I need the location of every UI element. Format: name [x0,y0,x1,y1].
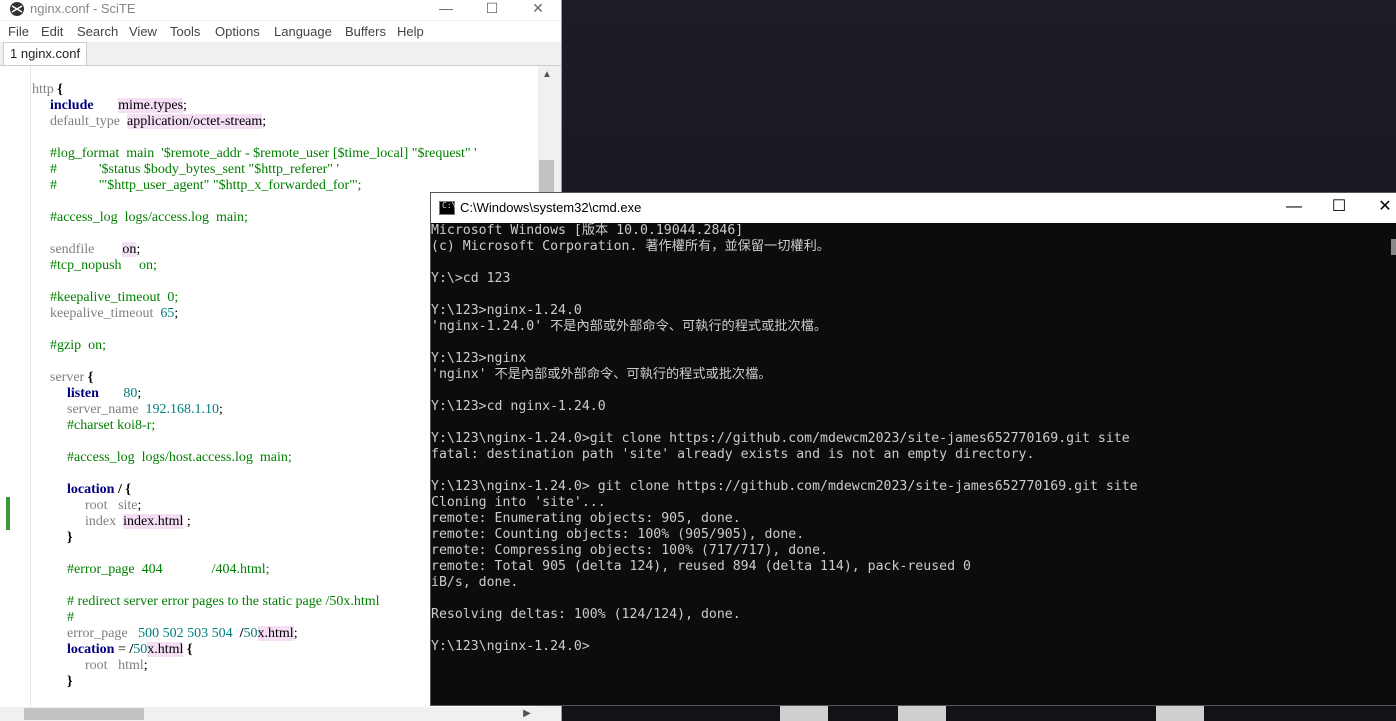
code-line: keepalive_timeout 65; [50,306,179,321]
console-line: Cloning into 'site'... [431,495,606,510]
console-line: Y:\123\nginx-1.24.0>git clone https://gi… [431,431,1130,446]
horizontal-scroll-thumb[interactable] [24,708,144,720]
code-line: # [67,610,74,625]
code-line: root site; [85,498,142,513]
code-line: } [67,530,73,545]
menu-buffers[interactable]: Buffers [345,24,386,39]
code-line: #access_log logs/host.access.log main; [67,450,292,465]
console-line: remote: Compressing objects: 100% (717/7… [431,543,828,558]
minimize-button[interactable]: — [423,0,469,20]
console-line: iB/s, done. [431,575,519,590]
menu-edit[interactable]: Edit [41,24,63,39]
code-line: location / { [67,482,131,497]
console-line: Y:\123>nginx [431,351,527,366]
code-line: #log_format main '$remote_addr - $remote… [50,146,477,161]
code-line: default_type application/octet-stream; [50,114,267,129]
code-line: server { [50,370,94,385]
code-line: root html; [85,658,148,673]
console-line: Resolving deltas: 100% (124/124), done. [431,607,741,622]
code-line: include mime.types; [50,98,187,113]
console-line: Y:\>cd 123 [431,271,511,286]
code-line: listen 80; [67,386,142,401]
code-line: #charset koi8-r; [67,418,156,433]
cmd-titlebar[interactable]: C:\ C:\Windows\system32\cmd.exe — ☐ ✕ [431,193,1396,223]
menu-search[interactable]: Search [77,24,118,39]
code-line: #keepalive_timeout 0; [50,290,179,305]
console-line: fatal: destination path 'site' already e… [431,447,1035,462]
scite-titlebar[interactable]: nginx.conf - SciTE — ☐ ✕ [0,0,561,20]
scroll-up-arrow-icon[interactable]: ▲ [538,66,556,84]
console-line: remote: Counting objects: 100% (905/905)… [431,527,805,542]
line-margin [0,66,31,707]
code-line: #tcp_nopush on; [50,258,157,273]
menu-bar: File Edit Search View Tools Options Lang… [0,21,561,42]
code-line: location = /50x.html { [67,642,193,657]
code-line: # '$status $body_bytes_sent "$http_refer… [50,162,340,177]
tab-bar: 1 nginx.conf [0,42,561,66]
cmd-close-button[interactable]: ✕ [1362,193,1396,223]
console-line: Y:\123>nginx-1.24.0 [431,303,582,318]
window-title: nginx.conf - SciTE [30,1,136,16]
maximize-button[interactable]: ☐ [469,0,515,20]
cmd-minimize-button[interactable]: — [1271,193,1317,223]
menu-view[interactable]: View [129,24,157,39]
code-line: # '"$http_user_agent" "$http_x_forwarded… [50,178,362,193]
console-line: remote: Enumerating objects: 905, done. [431,511,741,526]
code-line: #gzip on; [50,338,106,353]
code-line: #access_log logs/access.log main; [50,210,248,225]
cmd-scrollbar[interactable] [1391,239,1396,255]
menu-language[interactable]: Language [274,24,332,39]
console-line: (c) Microsoft Corporation. 著作權所有，並保留一切權利… [431,239,830,254]
horizontal-scrollbar[interactable]: ▶ [0,707,538,721]
scite-app-icon [10,2,24,16]
code-line: } [67,674,73,689]
cmd-maximize-button[interactable]: ☐ [1316,193,1362,223]
console-line: Y:\123>cd nginx-1.24.0 [431,399,606,414]
menu-file[interactable]: File [8,24,29,39]
close-button[interactable]: ✕ [515,0,561,20]
cmd-app-icon: C:\ [439,201,456,215]
cmd-window[interactable]: C:\ C:\Windows\system32\cmd.exe — ☐ ✕ Mi… [430,192,1396,706]
code-line: # redirect server error pages to the sta… [67,594,380,609]
code-line: index index.html ; [85,514,191,529]
code-line: server_name 192.168.1.10; [67,402,223,417]
menu-options[interactable]: Options [215,24,260,39]
console-line: Y:\123\nginx-1.24.0> git clone https://g… [431,479,1138,494]
console-line: Microsoft Windows [版本 10.0.19044.2846] [431,223,744,238]
tab-nginx-conf[interactable]: 1 nginx.conf [3,42,88,65]
code-line: http { [32,82,63,97]
code-line: #error_page 404 /404.html; [67,562,270,577]
code-line: sendfile on; [50,242,141,257]
console-prompt[interactable]: Y:\123\nginx-1.24.0> [431,639,590,655]
console-line: 'nginx' 不是內部或外部命令、可執行的程式或批次檔。 [431,367,772,382]
code-line: error_page 500 502 503 504 /50x.html; [67,626,298,641]
menu-tools[interactable]: Tools [170,24,200,39]
console-output[interactable]: Microsoft Windows [版本 10.0.19044.2846] (… [431,223,1393,705]
scroll-right-arrow-icon[interactable]: ▶ [520,707,534,721]
cmd-window-title: C:\Windows\system32\cmd.exe [460,200,642,215]
menu-help[interactable]: Help [397,24,424,39]
change-marker [6,497,10,530]
console-line: remote: Total 905 (delta 124), reused 89… [431,559,971,574]
console-line: 'nginx-1.24.0' 不是內部或外部命令、可執行的程式或批次檔。 [431,319,828,334]
